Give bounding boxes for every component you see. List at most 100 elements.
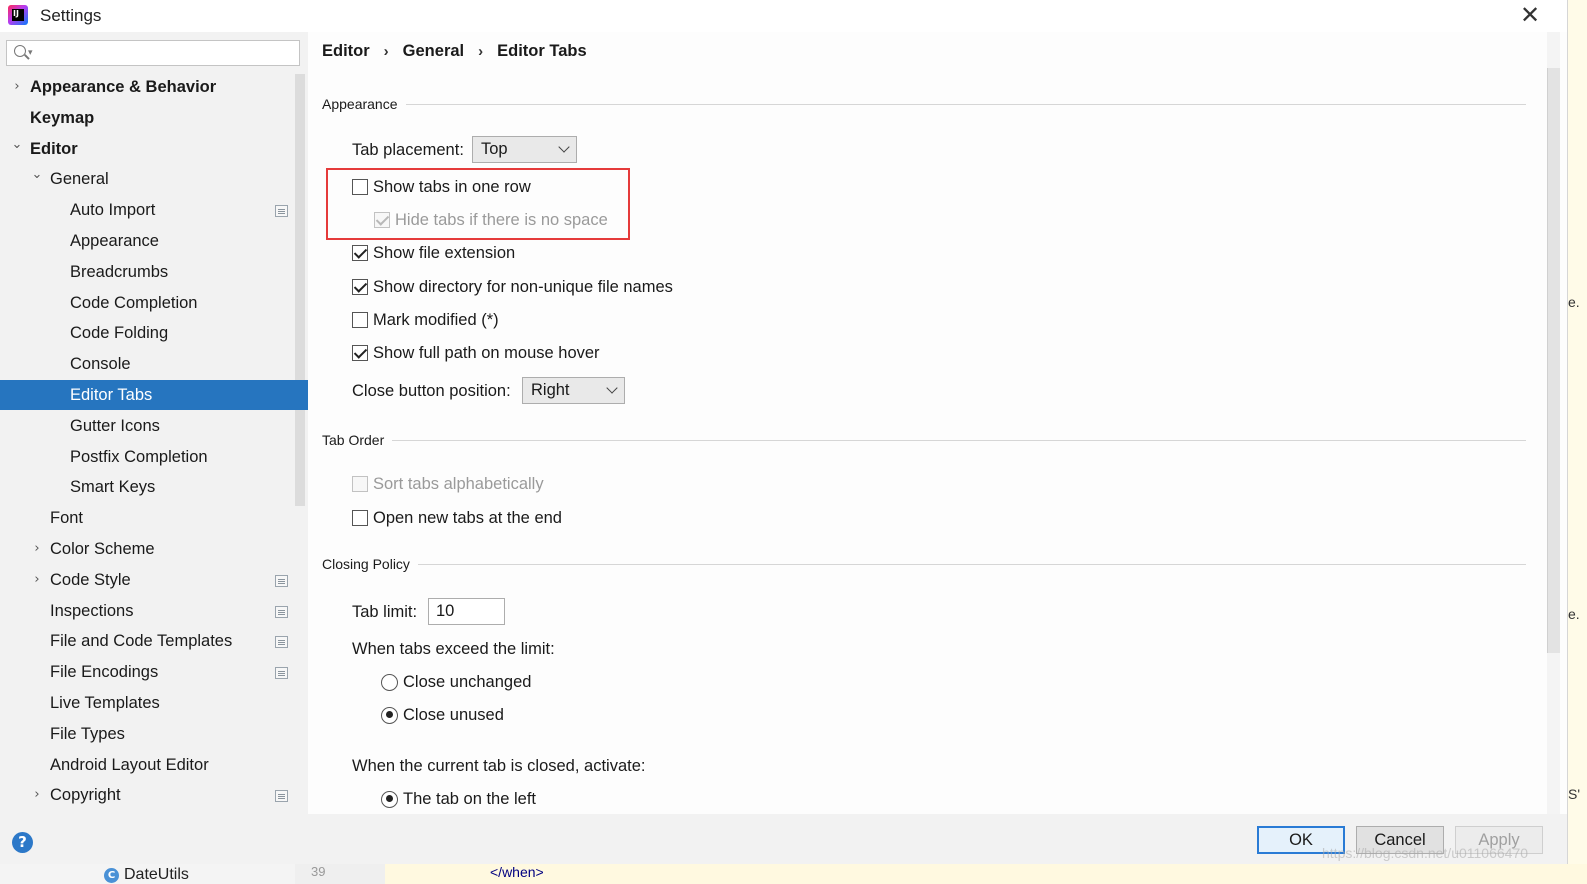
sidebar-item-label: Color Scheme [50,539,155,558]
activate-on-close-label: When the current tab is closed, activate… [352,756,646,775]
sidebar-item-inspections[interactable]: Inspections [0,596,308,626]
sidebar-item-color-scheme[interactable]: › Color Scheme [0,534,308,564]
show-tabs-one-row-checkbox[interactable]: Show tabs in one row [352,176,531,198]
open-new-tabs-at-end-checkbox[interactable]: Open new tabs at the end [352,507,562,529]
checkbox[interactable] [352,245,368,261]
close-button-position-select[interactable]: Right [522,377,625,404]
tab-on-left-radio[interactable]: The tab on the left [381,788,536,810]
sidebar-item-code-folding[interactable]: Code Folding [0,318,308,348]
sidebar-item-label: Editor [30,139,78,158]
show-directory-checkbox[interactable]: Show directory for non-unique file names [352,276,673,298]
sidebar-item-label: General [50,169,109,188]
breadcrumb-separator: › [383,43,389,60]
breadcrumb-item: Editor [322,42,370,60]
sidebar-item-keymap[interactable]: Keymap [0,103,308,133]
sort-tabs-alphabetically-checkbox: Sort tabs alphabetically [352,473,544,495]
sidebar-item-file-types[interactable]: File Types [0,719,308,749]
search-icon [14,45,26,57]
sidebar-item-general[interactable]: ⌄ General [0,164,308,194]
mark-modified-checkbox[interactable]: Mark modified (*) [352,309,499,331]
exceed-limit-label: When tabs exceed the limit: [352,639,555,658]
sidebar-item-label: Console [70,354,131,373]
chevron-right-icon[interactable]: › [31,573,43,586]
watermark: https://blog.csdn.net/u011066470 [1322,845,1529,861]
close-button-position-label: Close button position: [352,381,511,400]
sidebar-item-label: File and Code Templates [50,631,233,650]
sidebar-item-label: Smart Keys [70,477,156,496]
sidebar-item-copyright[interactable]: › Copyright [0,780,308,810]
sidebar-item-live-templates[interactable]: Live Templates [0,688,308,718]
chevron-right-icon[interactable]: › [31,788,43,801]
sidebar-item-label: Android Layout Editor [50,755,209,774]
chevron-down-icon[interactable]: ⌄ [11,138,23,151]
checkbox[interactable] [352,179,368,195]
project-settings-icon [272,787,288,802]
sidebar-item-console[interactable]: Console [0,349,308,379]
sidebar-item-label: Code Folding [70,323,169,342]
background-file-item: C DateUtils [104,866,189,884]
project-settings-icon [272,633,288,648]
show-file-extension-checkbox[interactable]: Show file extension [352,242,515,264]
background-editor [385,864,1587,884]
breadcrumb-item: General [402,42,465,60]
sidebar-item-font[interactable]: Font [0,503,308,533]
sidebar-item-code-completion[interactable]: Code Completion [0,288,308,318]
help-icon[interactable]: ? [12,832,33,853]
sidebar-item-label: File Types [50,724,125,743]
sidebar-item-label: Font [50,508,84,527]
checkbox[interactable] [352,510,368,526]
sidebar-item-android-layout-editor[interactable]: Android Layout Editor [0,750,308,780]
title-bar: IJ Settings ✕ [0,0,1567,32]
sidebar-item-appearance[interactable]: Appearance [0,226,308,256]
checkbox [352,476,368,492]
project-settings-icon [272,202,288,217]
sidebar-item-auto-import[interactable]: Auto Import [0,195,308,225]
sidebar-item-label: Live Templates [50,693,160,712]
radio-button[interactable] [381,790,398,808]
radio-button[interactable] [381,673,398,691]
sidebar-item-smart-keys[interactable]: Smart Keys [0,472,308,502]
close-unused-radio[interactable]: Close unused [381,704,504,726]
content-scrollbar-thumb[interactable] [1547,68,1560,653]
sidebar-item-breadcrumbs[interactable]: Breadcrumbs [0,257,308,287]
tab-placement-label: Tab placement: [352,140,464,159]
checkbox[interactable] [352,279,368,295]
sidebar-item-code-style[interactable]: › Code Style [0,565,308,595]
appearance-section-header: Appearance [322,94,1526,114]
sidebar-item-editor[interactable]: ⌄ Editor [0,134,308,164]
tab-order-section-header: Tab Order [322,430,1526,450]
sidebar-item-label: Code Completion [70,293,198,312]
hide-tabs-no-space-checkbox: Hide tabs if there is no space [374,209,608,231]
chevron-down-icon [606,382,618,394]
sidebar-item-postfix-completion[interactable]: Postfix Completion [0,442,308,472]
background-ide-strip: C DateUtils 39 </when> [0,864,1587,884]
sidebar-item-file-encodings[interactable]: File Encodings [0,657,308,687]
sidebar-item-file-and-code-templates[interactable]: File and Code Templates [0,626,308,656]
search-input[interactable]: ▾ [6,40,300,66]
sidebar-item-editor-tabs[interactable]: Editor Tabs [0,380,308,410]
chevron-right-icon[interactable]: › [31,542,43,555]
sidebar-item-label: Copyright [50,785,121,804]
show-full-path-checkbox[interactable]: Show full path on mouse hover [352,342,600,364]
sidebar-item-gutter-icons[interactable]: Gutter Icons [0,411,308,441]
sidebar-item-label: Postfix Completion [70,447,208,466]
sidebar-item-appearance-behavior[interactable]: › Appearance & Behavior [0,72,308,102]
class-icon: C [104,867,119,883]
sidebar-item-label: Gutter Icons [70,416,160,435]
close-unchanged-radio[interactable]: Close unchanged [381,671,531,693]
radio-button[interactable] [381,706,398,724]
checkbox[interactable] [352,312,368,328]
sidebar-item-label: Auto Import [70,200,156,219]
checkbox[interactable] [352,345,368,361]
tab-limit-label: Tab limit: [352,602,418,621]
breadcrumb-item: Editor Tabs [497,42,587,60]
background-editor-edge: e. e. S' [1567,0,1587,864]
tab-limit-input[interactable]: 10 [428,598,505,625]
tab-placement-select[interactable]: Top [472,136,577,163]
close-icon[interactable]: ✕ [1518,2,1542,28]
chevron-right-icon[interactable]: › [11,80,23,93]
breadcrumb: Editor › General › Editor Tabs [322,42,587,61]
chevron-down-icon[interactable]: ⌄ [31,168,43,181]
checkbox [374,212,390,228]
closing-policy-section-header: Closing Policy [322,554,1526,574]
